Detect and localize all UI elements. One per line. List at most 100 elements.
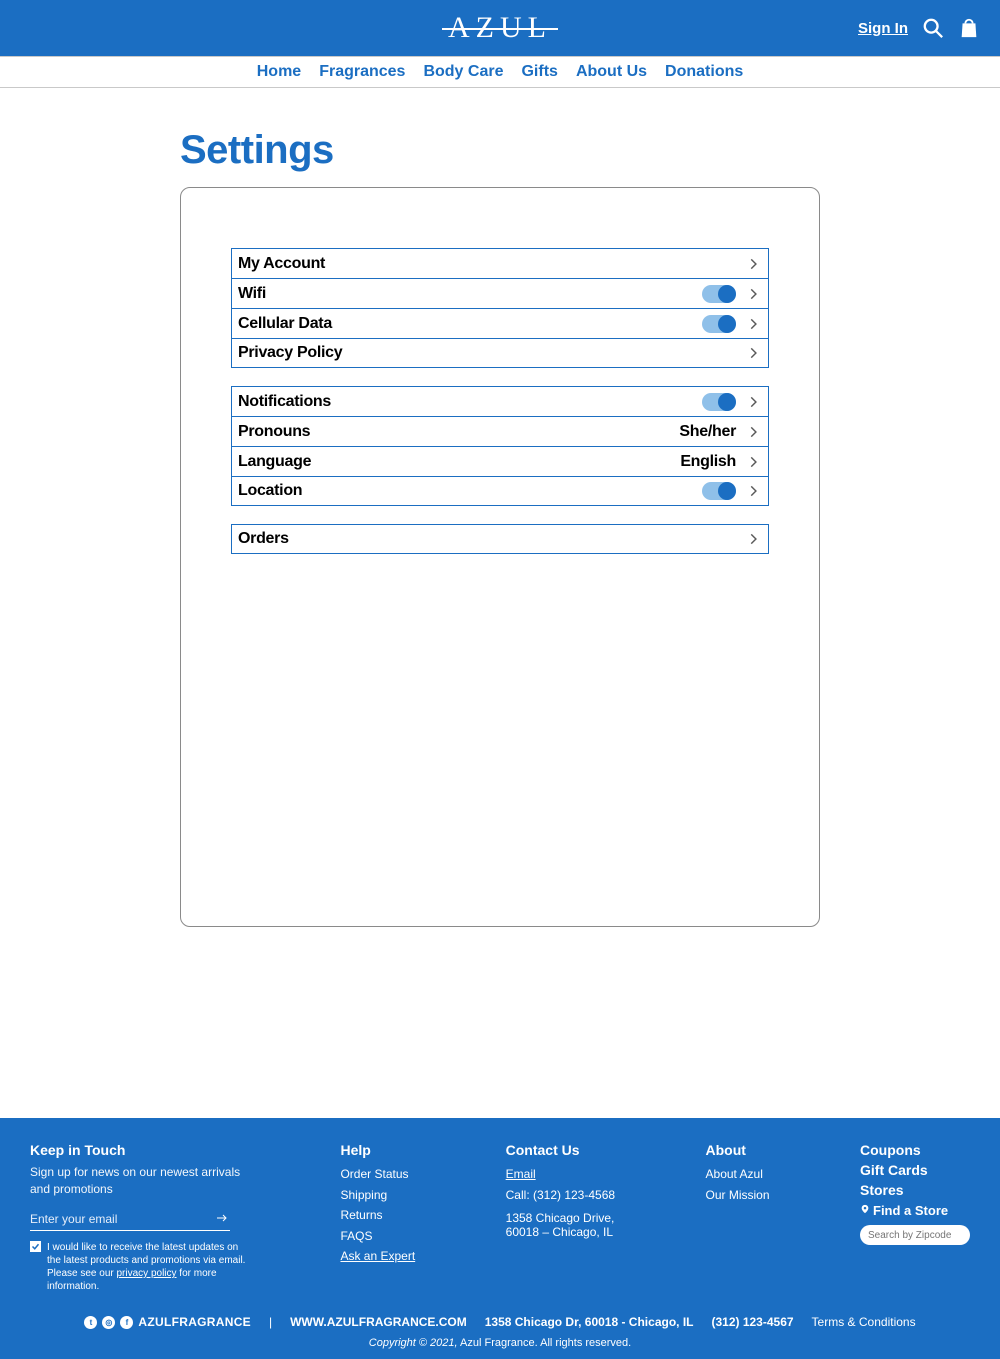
- submit-arrow-icon[interactable]: [214, 1212, 230, 1227]
- settings-row-location[interactable]: Location: [231, 476, 769, 506]
- footer-address-line: 1358 Chicago Drive,: [506, 1211, 615, 1225]
- nav-donations[interactable]: Donations: [665, 63, 743, 81]
- footer-help: Help Order Status Shipping Returns FAQS …: [340, 1142, 415, 1293]
- nav-gifts[interactable]: Gifts: [521, 63, 557, 81]
- footer-keep-in-touch: Keep in Touch Sign up for news on our ne…: [30, 1142, 250, 1293]
- zip-search: [860, 1225, 970, 1245]
- wifi-toggle[interactable]: [702, 285, 736, 303]
- footer-heading: Contact Us: [506, 1142, 615, 1158]
- row-label: Pronouns: [238, 423, 310, 441]
- gift-cards-link[interactable]: Gift Cards: [860, 1162, 970, 1178]
- find-store-label: Find a Store: [873, 1203, 948, 1218]
- settings-row-pronouns[interactable]: Pronouns She/her: [231, 416, 769, 446]
- footer-contact: Contact Us Email Call: (312) 123-4568 13…: [506, 1142, 615, 1293]
- footer-heading: About: [706, 1142, 770, 1158]
- row-label: Privacy Policy: [238, 344, 342, 362]
- nav-body-care[interactable]: Body Care: [423, 63, 503, 81]
- row-value: She/her: [679, 423, 736, 441]
- footer-address: 1358 Chicago Dr, 60018 - Chicago, IL: [485, 1315, 694, 1329]
- chevron-right-icon: [746, 455, 760, 469]
- nav-home[interactable]: Home: [257, 63, 301, 81]
- footer-link[interactable]: Returns: [340, 1205, 415, 1225]
- chevron-right-icon: [746, 395, 760, 409]
- footer-heading: Help: [340, 1142, 415, 1158]
- settings-row-wifi[interactable]: Wifi: [231, 278, 769, 308]
- sign-in-link[interactable]: Sign In: [858, 20, 908, 37]
- twitter-icon[interactable]: t: [84, 1316, 97, 1329]
- privacy-policy-link[interactable]: privacy policy: [117, 1268, 177, 1279]
- settings-row-orders[interactable]: Orders: [231, 524, 769, 554]
- pin-icon: [860, 1202, 870, 1219]
- facebook-icon[interactable]: f: [120, 1316, 133, 1329]
- row-label: Orders: [238, 530, 289, 548]
- header-actions: Sign In: [858, 0, 980, 56]
- footer-link[interactable]: Order Status: [340, 1164, 415, 1184]
- chevron-right-icon: [746, 484, 760, 498]
- search-icon[interactable]: [922, 17, 944, 39]
- footer-link[interactable]: Our Mission: [706, 1185, 770, 1205]
- chevron-right-icon: [746, 317, 760, 331]
- logo: AZUL: [448, 11, 552, 45]
- settings-row-cellular[interactable]: Cellular Data: [231, 308, 769, 338]
- row-label: Language: [238, 453, 311, 471]
- settings-row-language[interactable]: Language English: [231, 446, 769, 476]
- footer-address-line: 60018 – Chicago, IL: [506, 1225, 615, 1239]
- footer-link[interactable]: About Azul: [706, 1164, 770, 1184]
- footer-phone[interactable]: Call: (312) 123-4568: [506, 1185, 615, 1205]
- row-value: English: [680, 453, 736, 471]
- header: AZUL Sign In: [0, 0, 1000, 56]
- row-label: Notifications: [238, 393, 331, 411]
- row-label: Cellular Data: [238, 315, 332, 333]
- settings-group: Notifications Pronouns She/her Language …: [231, 386, 769, 506]
- social-icons: t ◎ f AZULFRAGRANCE: [84, 1315, 251, 1329]
- page-wrap: Settings My Account Wifi Cellular Data P…: [180, 128, 820, 927]
- chevron-right-icon: [746, 425, 760, 439]
- instagram-icon[interactable]: ◎: [102, 1316, 115, 1329]
- footer-about: About About Azul Our Mission: [706, 1142, 770, 1293]
- page-title: Settings: [180, 128, 820, 173]
- footer-bottom: t ◎ f AZULFRAGRANCE | WWW.AZULFRAGRANCE.…: [30, 1315, 970, 1329]
- bag-icon[interactable]: [958, 17, 980, 39]
- copyright: Copyright © 2021, Azul Fragrance. All ri…: [30, 1337, 970, 1349]
- footer: Keep in Touch Sign up for news on our ne…: [0, 1118, 1000, 1359]
- footer-link[interactable]: FAQS: [340, 1226, 415, 1246]
- pipe: |: [269, 1315, 272, 1329]
- social-handle: AZULFRAGRANCE: [138, 1315, 251, 1329]
- cellular-toggle[interactable]: [702, 315, 736, 333]
- email-input[interactable]: [30, 1208, 214, 1230]
- zip-input[interactable]: [868, 1230, 962, 1241]
- notifications-toggle[interactable]: [702, 393, 736, 411]
- chevron-right-icon: [746, 257, 760, 271]
- settings-row-notifications[interactable]: Notifications: [231, 386, 769, 416]
- row-label: Wifi: [238, 285, 266, 303]
- row-label: Location: [238, 482, 302, 500]
- footer-email-link[interactable]: Email: [506, 1164, 615, 1184]
- consent-row: I would like to receive the latest updat…: [30, 1241, 250, 1293]
- settings-panel: My Account Wifi Cellular Data Privacy Po…: [180, 187, 820, 927]
- main-nav: Home Fragrances Body Care Gifts About Us…: [0, 56, 1000, 88]
- nav-fragrances[interactable]: Fragrances: [319, 63, 405, 81]
- footer-right: Coupons Gift Cards Stores Find a Store: [860, 1142, 970, 1293]
- settings-row-privacy[interactable]: Privacy Policy: [231, 338, 769, 368]
- chevron-right-icon: [746, 346, 760, 360]
- footer-heading: Keep in Touch: [30, 1142, 250, 1158]
- consent-checkbox[interactable]: [30, 1241, 41, 1252]
- settings-row-my-account[interactable]: My Account: [231, 248, 769, 278]
- row-label: My Account: [238, 255, 325, 273]
- find-a-store[interactable]: Find a Store: [860, 1202, 970, 1219]
- consent-text: I would like to receive the latest updat…: [47, 1241, 250, 1293]
- website-link[interactable]: WWW.AZULFRAGRANCE.COM: [290, 1315, 467, 1329]
- footer-link[interactable]: Ask an Expert: [340, 1246, 415, 1266]
- location-toggle[interactable]: [702, 482, 736, 500]
- email-input-row: [30, 1208, 230, 1231]
- stores-link[interactable]: Stores: [860, 1182, 970, 1198]
- footer-link[interactable]: Shipping: [340, 1185, 415, 1205]
- nav-about-us[interactable]: About Us: [576, 63, 647, 81]
- coupons-link[interactable]: Coupons: [860, 1142, 970, 1158]
- terms-link[interactable]: Terms & Conditions: [812, 1315, 916, 1329]
- chevron-right-icon: [746, 532, 760, 546]
- settings-group: My Account Wifi Cellular Data Privacy Po…: [231, 248, 769, 368]
- footer-phone: (312) 123-4567: [711, 1315, 793, 1329]
- footer-subtext: Sign up for news on our newest arrivals …: [30, 1164, 250, 1198]
- chevron-right-icon: [746, 287, 760, 301]
